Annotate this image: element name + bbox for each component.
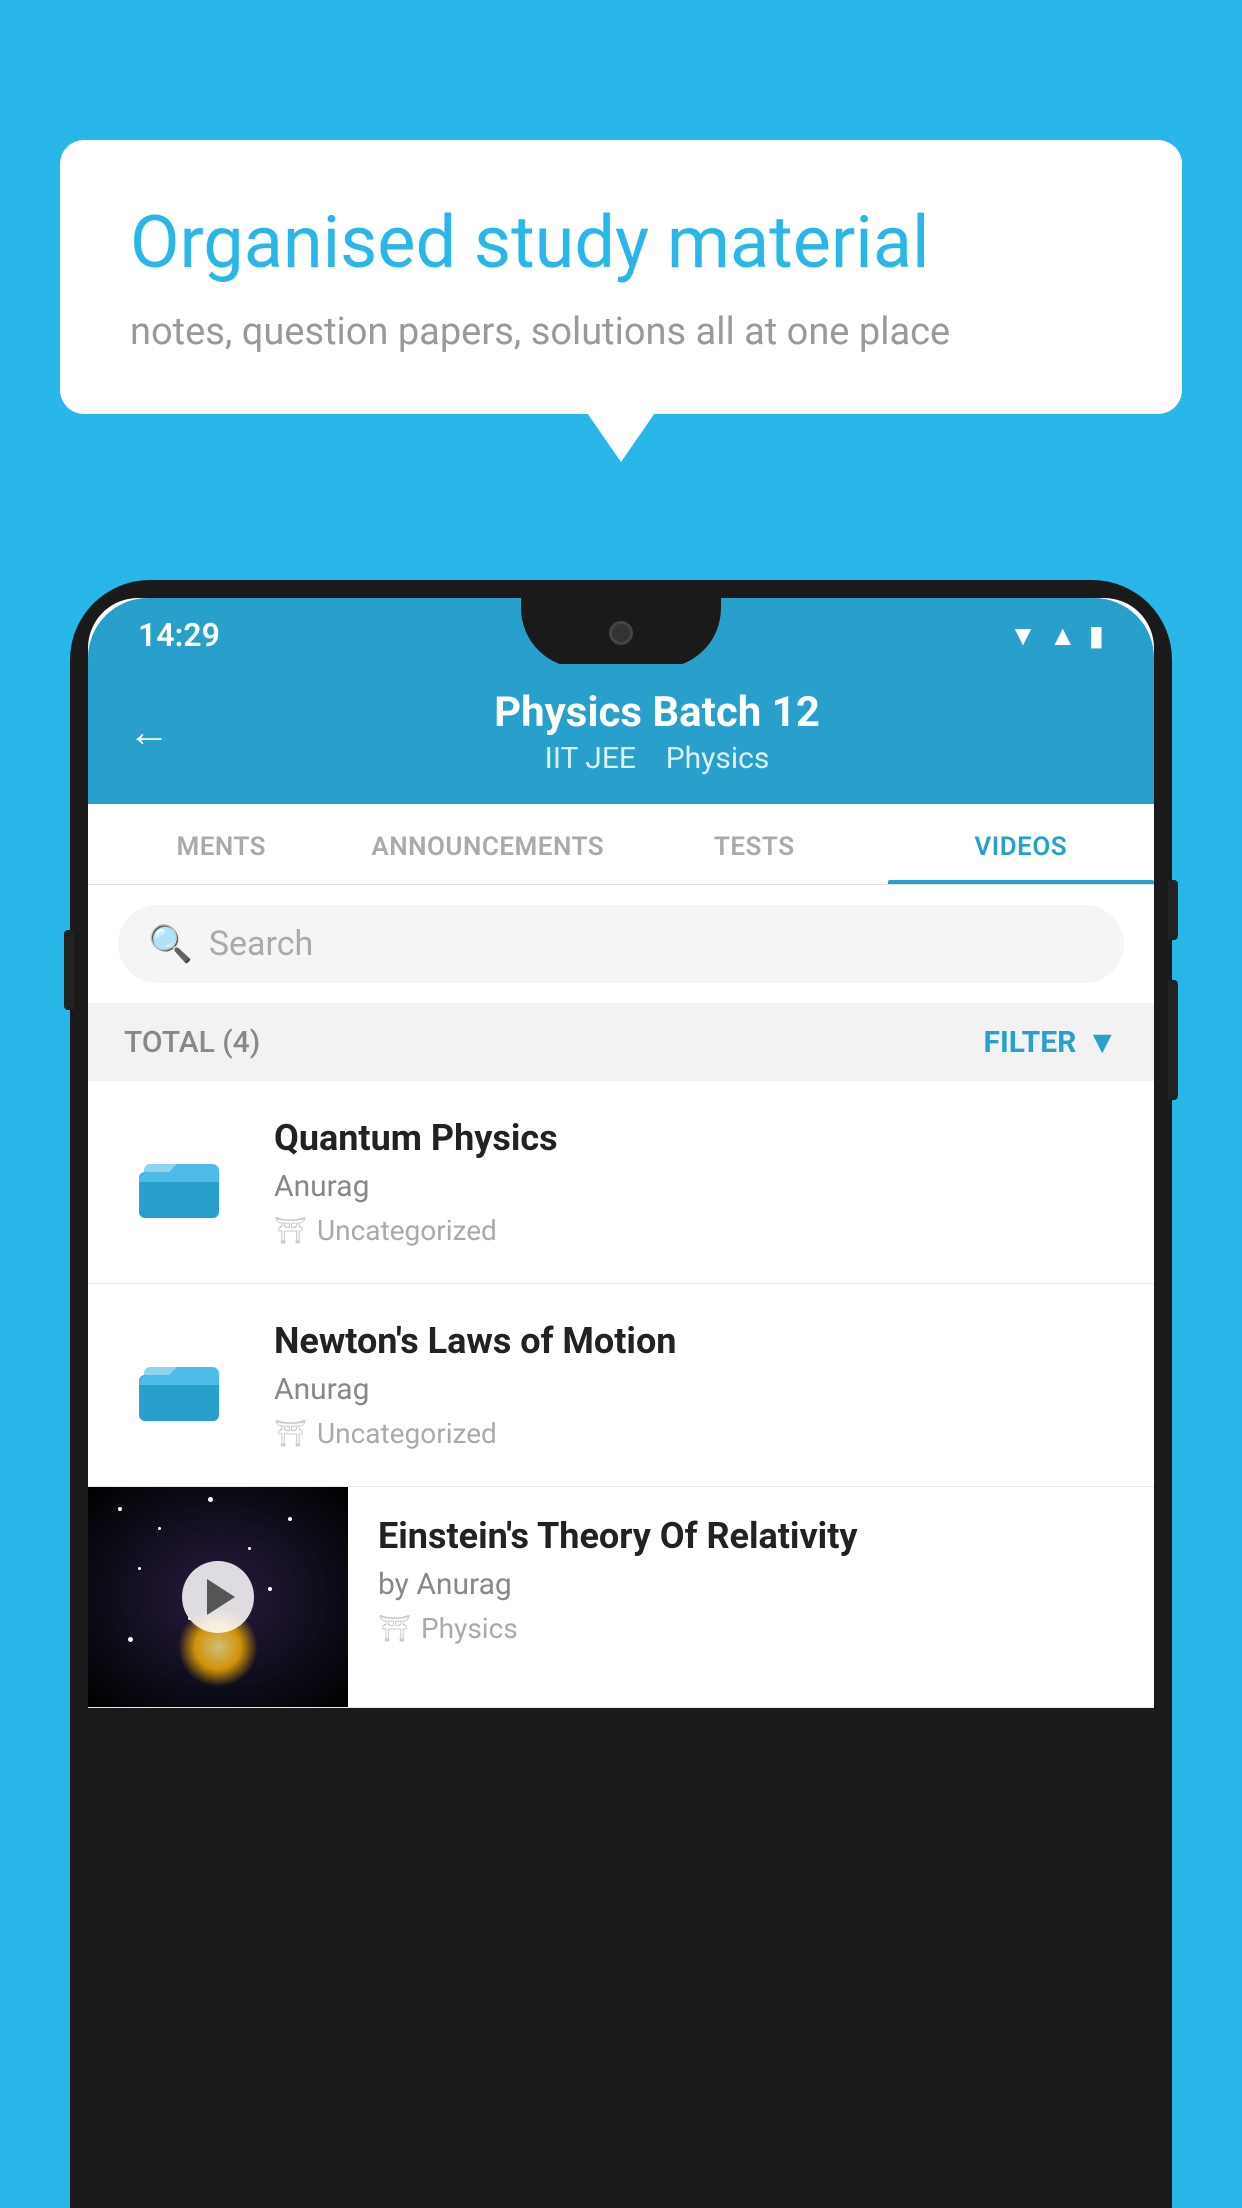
battery-icon: ▮ xyxy=(1089,619,1104,652)
app-header: ← Physics Batch 12 IIT JEE Physics xyxy=(88,664,1154,804)
video-info: Newton's Laws of Motion Anurag ⛩ Uncateg… xyxy=(274,1320,1118,1450)
camera-dot xyxy=(609,621,633,645)
tab-videos[interactable]: VIDEOS xyxy=(888,804,1155,884)
tag-icon: ⛩ xyxy=(274,1216,307,1246)
video-info: Quantum Physics Anurag ⛩ Uncategorized xyxy=(274,1117,1118,1247)
video-author: Anurag xyxy=(274,1372,1118,1407)
video-tag: ⛩ Physics xyxy=(378,1612,1124,1645)
phone-mockup: 14:29 ▼ ▲ ▮ ← Physics Batch 12 IIT JEE xyxy=(70,580,1172,2208)
video-title: Newton's Laws of Motion xyxy=(274,1320,1118,1362)
header-title: Physics Batch 12 xyxy=(200,688,1114,737)
video-thumbnail xyxy=(88,1487,348,1707)
speech-bubble-container: Organised study material notes, question… xyxy=(60,140,1182,414)
header-title-block: Physics Batch 12 IIT JEE Physics xyxy=(200,688,1114,776)
wifi-icon: ▼ xyxy=(1009,619,1037,652)
signal-icon: ▲ xyxy=(1049,619,1077,652)
list-item[interactable]: Quantum Physics Anurag ⛩ Uncategorized xyxy=(88,1081,1154,1284)
search-bar[interactable]: 🔍 Search xyxy=(118,905,1124,983)
video-tag: ⛩ Uncategorized xyxy=(274,1417,1118,1450)
bubble-title: Organised study material xyxy=(130,200,1112,286)
video-title: Einstein's Theory Of Relativity xyxy=(378,1515,1124,1557)
folder-thumbnail xyxy=(124,1122,244,1242)
subtitle-part2: Physics xyxy=(666,741,770,776)
search-bar-wrapper: 🔍 Search xyxy=(88,885,1154,1003)
folder-thumbnail xyxy=(124,1325,244,1445)
video-author: Anurag xyxy=(274,1169,1118,1204)
play-button[interactable] xyxy=(182,1561,254,1633)
tag-label: Uncategorized xyxy=(317,1417,497,1450)
video-author: by Anurag xyxy=(378,1567,1124,1602)
filter-label: FILTER xyxy=(984,1025,1077,1060)
power-button xyxy=(1168,880,1178,940)
search-input[interactable]: Search xyxy=(209,924,313,964)
tab-ments[interactable]: MENTS xyxy=(88,804,355,884)
tag-icon: ⛩ xyxy=(274,1419,307,1449)
total-count-label: TOTAL (4) xyxy=(124,1025,260,1060)
notch-area: 14:29 ▼ ▲ ▮ xyxy=(88,598,1154,664)
filter-bar: TOTAL (4) FILTER ▼ xyxy=(88,1003,1154,1081)
status-icons: ▼ ▲ ▮ xyxy=(1009,619,1104,652)
video-tag: ⛩ Uncategorized xyxy=(274,1214,1118,1247)
list-item[interactable]: Einstein's Theory Of Relativity by Anura… xyxy=(88,1487,1154,1708)
header-subtitle: IIT JEE Physics xyxy=(200,741,1114,776)
tabs-bar: MENTS ANNOUNCEMENTS TESTS VIDEOS xyxy=(88,804,1154,885)
tag-label: Uncategorized xyxy=(317,1214,497,1247)
search-icon: 🔍 xyxy=(148,923,193,965)
volume-button-right xyxy=(1168,980,1178,1100)
folder-icon xyxy=(139,1137,229,1227)
folder-icon xyxy=(139,1340,229,1430)
video-title: Quantum Physics xyxy=(274,1117,1118,1159)
filter-funnel-icon: ▼ xyxy=(1086,1023,1118,1061)
speech-bubble: Organised study material notes, question… xyxy=(60,140,1182,414)
phone-screen: 14:29 ▼ ▲ ▮ ← Physics Batch 12 IIT JEE xyxy=(88,598,1154,1708)
phone-frame: 14:29 ▼ ▲ ▮ ← Physics Batch 12 IIT JEE xyxy=(70,580,1172,2208)
tab-announcements[interactable]: ANNOUNCEMENTS xyxy=(355,804,622,884)
back-button[interactable]: ← xyxy=(128,708,170,757)
filter-button[interactable]: FILTER ▼ xyxy=(984,1023,1119,1061)
status-time: 14:29 xyxy=(138,616,220,654)
video-info: Einstein's Theory Of Relativity by Anura… xyxy=(348,1487,1154,1673)
tag-icon: ⛩ xyxy=(378,1614,411,1644)
list-item[interactable]: Newton's Laws of Motion Anurag ⛩ Uncateg… xyxy=(88,1284,1154,1487)
camera-notch xyxy=(521,598,721,664)
video-list: Quantum Physics Anurag ⛩ Uncategorized xyxy=(88,1081,1154,1708)
tag-label: Physics xyxy=(421,1612,518,1645)
subtitle-part1: IIT JEE xyxy=(545,741,636,776)
tab-tests[interactable]: TESTS xyxy=(621,804,888,884)
bubble-subtitle: notes, question papers, solutions all at… xyxy=(130,310,1112,354)
play-triangle-icon xyxy=(207,1579,235,1615)
volume-button xyxy=(64,930,74,1010)
